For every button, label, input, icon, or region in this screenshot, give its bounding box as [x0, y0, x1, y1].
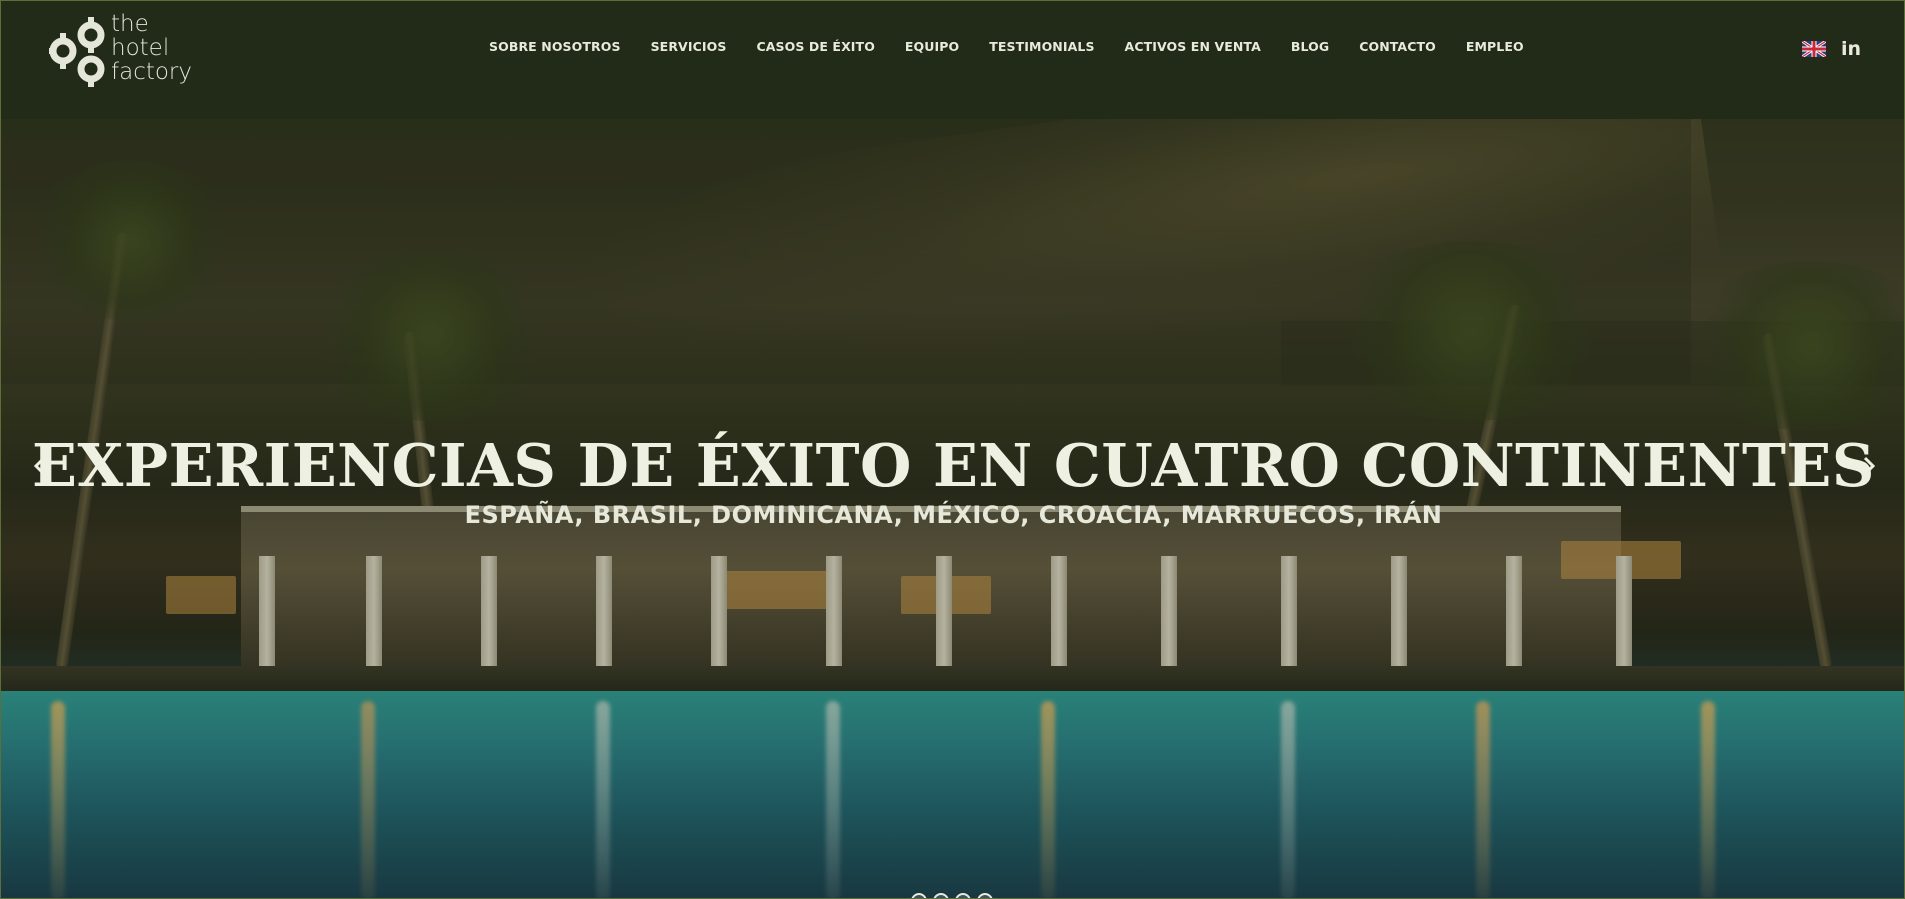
slide-subheadline: ESPAÑA, BRASIL, DOMINICANA, MÉXICO, CROA…	[464, 501, 1443, 529]
slider-dot[interactable]	[955, 893, 971, 898]
slider-dot[interactable]	[911, 893, 927, 898]
logo-wordmark: the hotel factory	[111, 13, 192, 85]
nav-item-sobre-nosotros[interactable]: SOBRE NOSOTROS	[489, 39, 621, 54]
nav-item-casos-de-exito[interactable]: CASOS DE ÉXITO	[756, 39, 874, 54]
nav-item-empleo[interactable]: EMPLEO	[1466, 39, 1524, 54]
slider-dot[interactable]	[933, 893, 949, 898]
slider-pagination	[911, 893, 993, 898]
site-header: the hotel factory SOBRE NOSOTROS SERVICI…	[1, 1, 1904, 119]
main-navigation: SOBRE NOSOTROS SERVICIOS CASOS DE ÉXITO …	[489, 39, 1554, 54]
linkedin-icon[interactable]: in	[1841, 38, 1861, 60]
nav-item-blog[interactable]: BLOG	[1291, 39, 1329, 54]
logo-line-the: the	[111, 11, 149, 37]
slider-prev-button[interactable]	[21, 446, 61, 486]
nav-item-equipo[interactable]: EQUIPO	[905, 39, 959, 54]
chevron-right-icon	[1863, 456, 1876, 476]
logo-line-hotel: hotel	[111, 35, 170, 61]
logo-line-factory: factory	[111, 59, 192, 85]
slider-dot[interactable]	[977, 893, 993, 898]
page-frame: the hotel factory SOBRE NOSOTROS SERVICI…	[0, 0, 1905, 899]
chevron-left-icon	[33, 456, 46, 476]
uk-flag-icon[interactable]	[1801, 39, 1827, 59]
nav-item-contacto[interactable]: CONTACTO	[1359, 39, 1436, 54]
gears-icon	[49, 17, 105, 87]
nav-item-servicios[interactable]: SERVICIOS	[651, 39, 727, 54]
site-logo[interactable]: the hotel factory	[49, 13, 209, 89]
nav-item-testimonials[interactable]: TESTIMONIALS	[989, 39, 1094, 54]
slider-next-button[interactable]	[1848, 446, 1888, 486]
slide-headline: EXPERIENCIAS DE ÉXITO EN CUATRO CONTINEN…	[31, 431, 1875, 500]
nav-item-activos-en-venta[interactable]: ACTIVOS EN VENTA	[1125, 39, 1261, 54]
